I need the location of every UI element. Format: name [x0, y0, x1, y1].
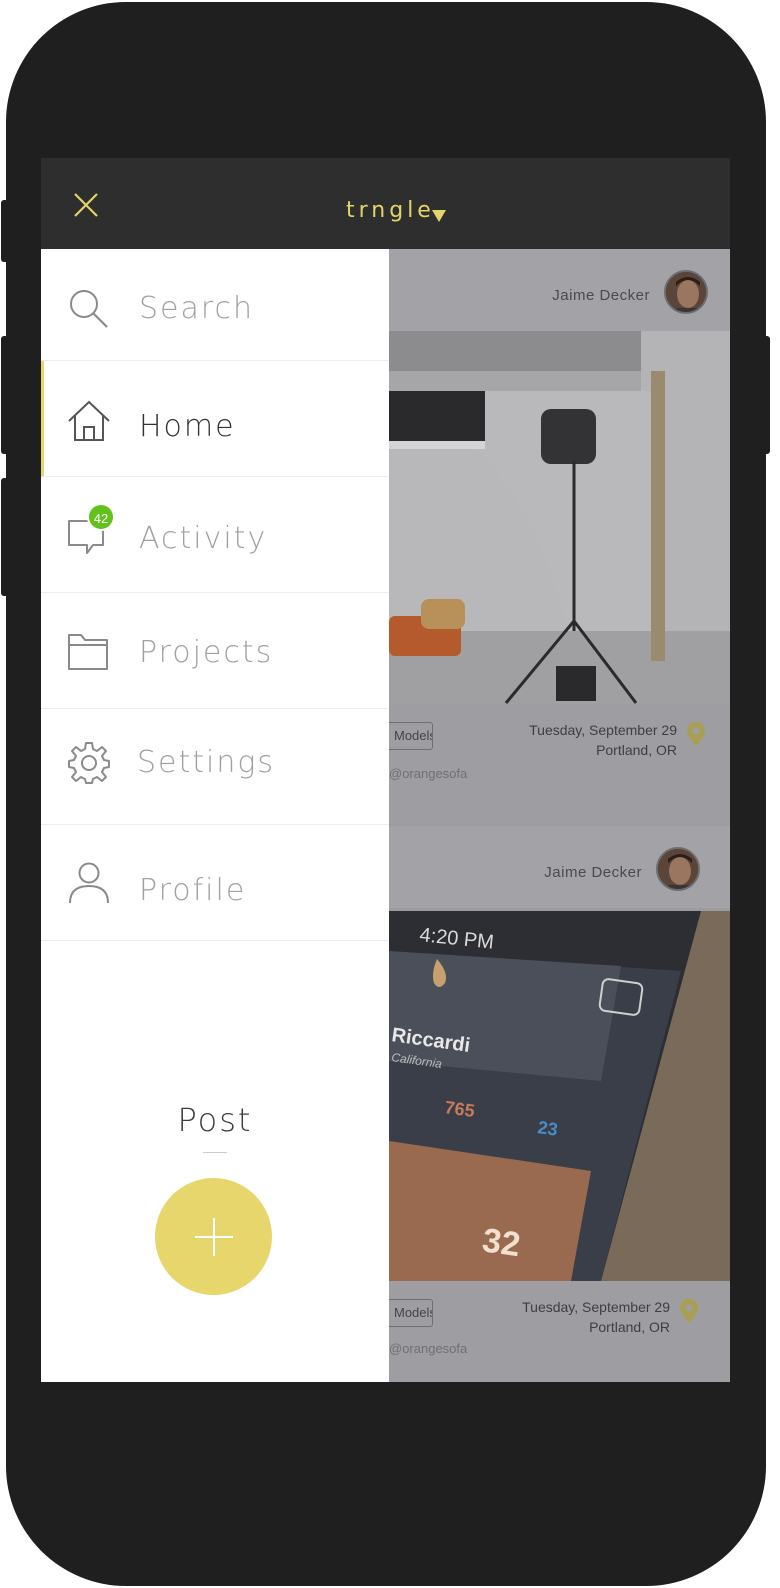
folder-icon: [68, 634, 108, 670]
avatar[interactable]: [664, 270, 708, 314]
post-add-button[interactable]: [155, 1178, 272, 1295]
phone-audio-count: 23: [536, 1117, 559, 1140]
post-username[interactable]: @orangesofa: [389, 766, 467, 781]
close-icon[interactable]: [71, 190, 101, 220]
post-meta: Tuesday, September 29 Portland, OR: [522, 1297, 670, 1337]
chevron-down-icon[interactable]: [432, 210, 446, 222]
menu-item-projects[interactable]: Projects: [41, 593, 389, 709]
menu-label: Settings: [137, 745, 276, 780]
menu-label: Profile: [139, 873, 247, 908]
gear-icon: [68, 742, 110, 784]
post-username[interactable]: @orangesofa: [389, 1341, 467, 1356]
menu-label: Home: [139, 409, 236, 444]
post-meta: Tuesday, September 29 Portland, OR: [529, 720, 677, 760]
phone-side-button-left-3: [1, 478, 9, 596]
search-icon: [70, 290, 108, 328]
author-name[interactable]: Jaime Decker: [552, 287, 650, 304]
location-pin-icon: [687, 722, 705, 746]
phone-side-button-left-2: [1, 336, 9, 454]
post-label: Post: [177, 1101, 253, 1139]
phone-photo-count: 765: [443, 1097, 476, 1121]
drawer-menu: Search Home 42 Activity Projects Setting…: [41, 249, 389, 1382]
menu-label: Search: [139, 291, 255, 326]
menu-item-search[interactable]: Search: [41, 249, 389, 361]
menu-label: Projects: [139, 635, 274, 670]
notification-badge: 42: [87, 503, 115, 531]
phone-side-button-left-1: [1, 200, 9, 262]
post-date: Tuesday, September 29: [522, 1299, 670, 1315]
menu-item-activity[interactable]: 42 Activity: [41, 477, 389, 593]
menu-label: Activity: [139, 521, 268, 556]
app-title[interactable]: trngle: [346, 198, 435, 223]
top-bar: trngle: [41, 158, 730, 249]
menu-item-settings[interactable]: Settings: [41, 709, 389, 825]
location-pin-icon: [680, 1299, 698, 1323]
user-icon: [69, 862, 109, 904]
phone-side-button-right: [762, 336, 770, 454]
menu-item-profile[interactable]: Profile: [41, 825, 389, 941]
screen: trngle Jaime Decker Models Tuesday, Sept…: [41, 158, 730, 1382]
post-location: Portland, OR: [589, 1319, 670, 1335]
menu-item-home[interactable]: Home: [41, 361, 389, 477]
post-date: Tuesday, September 29: [529, 722, 677, 738]
post-location: Portland, OR: [596, 742, 677, 758]
author-name[interactable]: Jaime Decker: [544, 864, 642, 881]
phone-stat: 32: [480, 1221, 523, 1264]
avatar[interactable]: [656, 847, 700, 891]
post-divider: [203, 1152, 227, 1153]
home-icon: [68, 400, 110, 441]
